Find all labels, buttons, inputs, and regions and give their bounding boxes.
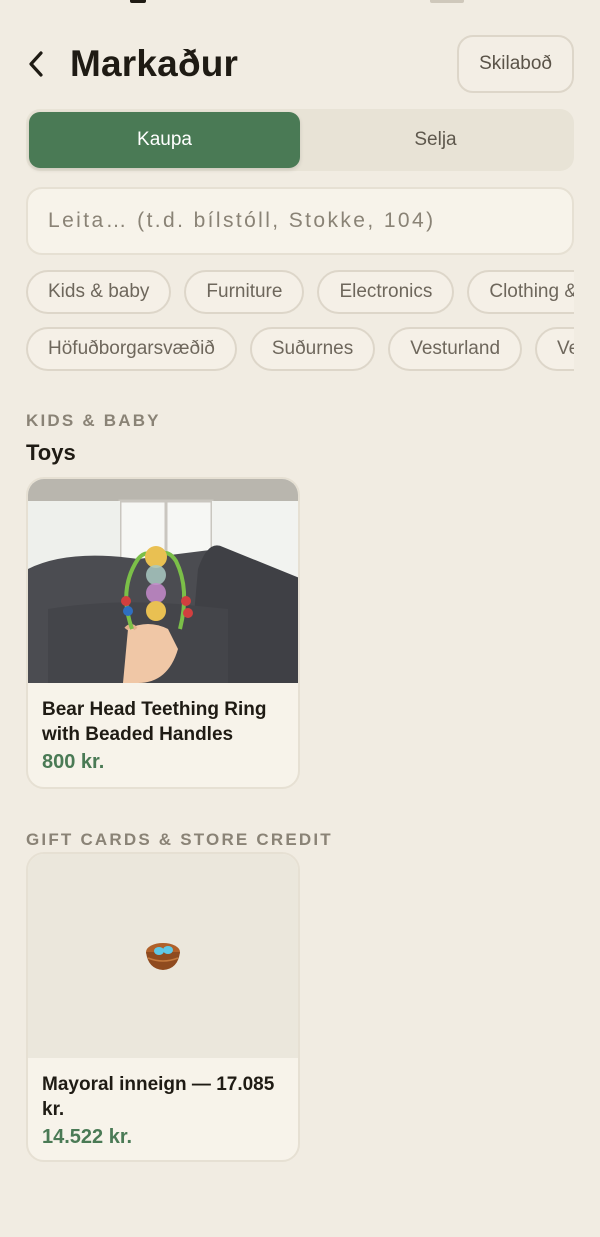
search-input[interactable] — [48, 209, 572, 233]
chip-furniture[interactable]: Furniture — [184, 270, 305, 314]
chip-region-partial[interactable]: Ve — [535, 327, 574, 371]
listing-title: Bear Head Teething Ring with Beaded Hand… — [42, 699, 267, 745]
status-bar-indicator — [130, 0, 146, 3]
listing-price: 800 kr. — [42, 751, 105, 773]
search-box — [26, 187, 574, 255]
nest-icon — [146, 943, 180, 970]
chip-electronics[interactable]: Electronics — [317, 270, 455, 314]
listing-photo — [28, 479, 298, 683]
chevron-left-icon — [29, 51, 43, 77]
region-filter-row: Höfuðborgarsvæðið Suðurnes Vesturland Ve — [26, 327, 574, 371]
chip-clothing[interactable]: Clothing & — [467, 270, 574, 314]
header: Markaður Skilaboð — [26, 34, 574, 94]
buy-sell-toggle: Kaupa Selja — [26, 109, 574, 171]
chip-vesturland[interactable]: Vesturland — [388, 327, 523, 371]
messages-button[interactable]: Skilaboð — [457, 35, 574, 93]
chip-sudurnes[interactable]: Suðurnes — [249, 327, 376, 371]
category-filter-row: Kids & baby Furniture Electronics Clothing … — [26, 270, 574, 314]
section-label-gift-cards: GIFT CARDS & STORE CREDIT — [26, 830, 333, 849]
chip-capital-region[interactable]: Höfuðborgarsvæðið — [26, 327, 237, 371]
listing-card-teething-ring[interactable]: Bear Head Teething Ring with Beaded Hand… — [26, 477, 300, 789]
section-label-kids-baby: KIDS & BABY — [26, 411, 161, 430]
status-bar-indicator-right — [430, 0, 464, 3]
tab-sell[interactable]: Selja — [300, 112, 571, 168]
chip-kids-baby[interactable]: Kids & baby — [26, 270, 172, 314]
page-title: Markaður — [70, 43, 239, 84]
back-button[interactable] — [26, 34, 60, 94]
listing-title: Mayoral inneign — 17.085 kr. — [42, 1074, 275, 1120]
listing-card-gift-card[interactable]: Mayoral inneign — 17.085 kr. 14.522 kr. — [26, 852, 300, 1162]
tab-buy[interactable]: Kaupa — [29, 112, 300, 168]
subcategory-title: Toys — [26, 440, 76, 465]
listing-photo-placeholder — [28, 854, 298, 1058]
listing-price: 14.522 kr. — [42, 1126, 133, 1148]
